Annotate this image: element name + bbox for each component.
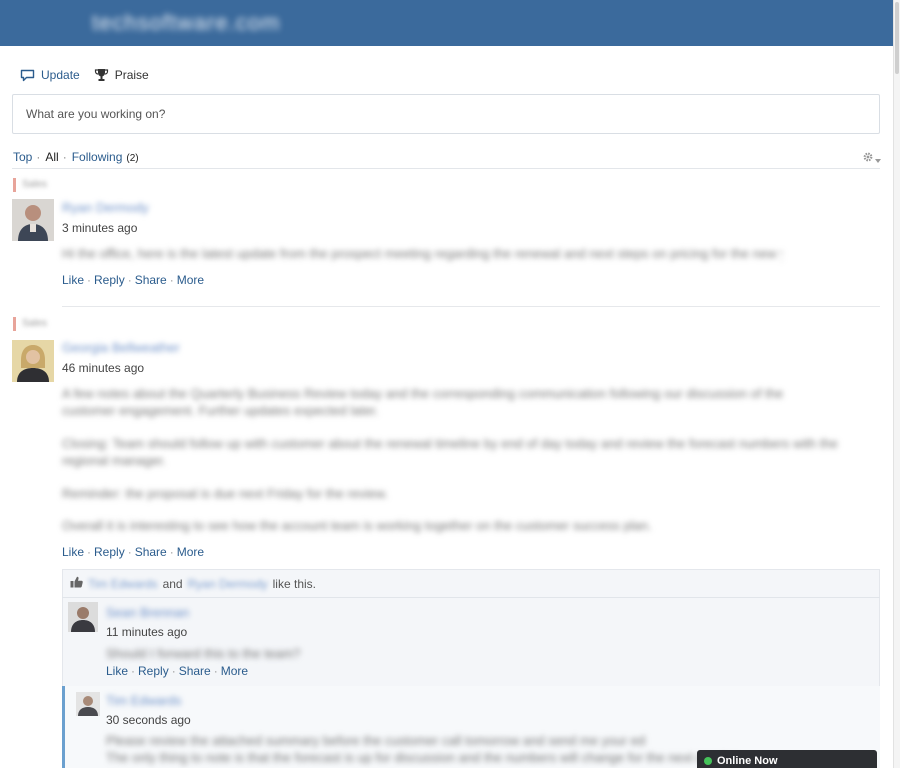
- like-link[interactable]: Like: [106, 664, 128, 678]
- post-body: Hi the office, here is the latest update…: [62, 246, 782, 261]
- tab-update[interactable]: Update: [20, 68, 80, 82]
- page-scrollbar[interactable]: [893, 0, 900, 768]
- author-avatar[interactable]: [12, 199, 54, 241]
- online-now-chat-bar[interactable]: Online Now: [697, 750, 877, 768]
- filter-divider: [12, 168, 880, 169]
- like-link[interactable]: Like: [62, 545, 84, 559]
- tab-update-label: Update: [41, 68, 80, 82]
- thumbs-up-icon: [70, 576, 83, 591]
- chevron-down-icon: [875, 152, 881, 166]
- tab-praise[interactable]: Praise: [94, 68, 149, 82]
- post-author-name[interactable]: Ryan Dermody: [62, 200, 149, 215]
- reply-timestamp[interactable]: 30 seconds ago: [106, 713, 191, 727]
- post-divider: [62, 306, 880, 307]
- online-now-label: Online Now: [717, 755, 778, 767]
- share-link[interactable]: Share: [135, 273, 167, 287]
- post-group-name[interactable]: Sales: [22, 179, 47, 190]
- feed-settings-menu[interactable]: [862, 151, 881, 166]
- post-body-paragraph: A few notes about the Quarterly Business…: [62, 386, 784, 418]
- publisher-tabs: Update Praise: [20, 68, 149, 82]
- reply-body-line: The only thing to note is that the forec…: [106, 750, 741, 765]
- more-link[interactable]: More: [177, 273, 204, 287]
- liker-name[interactable]: Ryan Dermody: [188, 577, 268, 591]
- following-count: (2): [126, 153, 139, 164]
- gear-icon: [862, 151, 874, 166]
- reply-author-name[interactable]: Tim Edwards: [106, 693, 181, 708]
- post-body-paragraph: Overall it is interesting to see how the…: [62, 518, 652, 533]
- feed-filter-bar: Top · All · Following (2): [13, 150, 139, 164]
- reply-body: Should I forward this to the team?: [106, 646, 301, 661]
- reply-body-line: Please review the attached summary befor…: [106, 733, 646, 748]
- group-color-marker: [13, 178, 16, 192]
- post-author-name[interactable]: Georgia Bellweather: [62, 340, 180, 355]
- share-link[interactable]: Share: [135, 545, 167, 559]
- likes-and: and: [162, 576, 183, 591]
- filter-all[interactable]: All: [45, 150, 58, 164]
- more-link[interactable]: More: [177, 545, 204, 559]
- reply-link[interactable]: Reply: [94, 273, 125, 287]
- reply-link[interactable]: Reply: [94, 545, 125, 559]
- site-brand[interactable]: techsoftware.com: [92, 10, 280, 36]
- likes-suffix: like this.: [272, 576, 316, 591]
- share-link[interactable]: Share: [179, 664, 211, 678]
- filter-separator: ·: [36, 150, 41, 164]
- likes-divider: [62, 597, 880, 598]
- filter-separator: ·: [62, 150, 67, 164]
- online-status-icon: [704, 757, 712, 765]
- author-avatar[interactable]: [12, 340, 54, 382]
- filter-following[interactable]: Following: [72, 150, 123, 164]
- liker-name[interactable]: Tim Edwards: [88, 577, 158, 591]
- reply-link[interactable]: Reply: [138, 664, 169, 678]
- trophy-icon: [94, 68, 109, 82]
- top-header-bar: techsoftware.com: [0, 0, 893, 46]
- tab-praise-label: Praise: [114, 68, 149, 82]
- status-composer-input[interactable]: What are you working on?: [12, 94, 880, 134]
- post-timestamp[interactable]: 3 minutes ago: [62, 221, 137, 235]
- likes-summary: Tim Edwards and Ryan Dermody like this.: [70, 576, 316, 591]
- scrollbar-thumb[interactable]: [895, 2, 899, 74]
- post-actions: Like · Reply · Share · More: [62, 545, 205, 559]
- group-color-marker: [13, 317, 16, 331]
- more-link[interactable]: More: [221, 664, 248, 678]
- post-body-paragraph: Reminder: the proposal is due next Frida…: [62, 486, 388, 501]
- speech-bubble-icon: [20, 69, 35, 82]
- like-link[interactable]: Like: [62, 273, 84, 287]
- post-timestamp[interactable]: 46 minutes ago: [62, 361, 144, 375]
- post-group-name[interactable]: Sales: [22, 318, 47, 329]
- reply-author-avatar[interactable]: [68, 602, 98, 632]
- reply-timestamp[interactable]: 11 minutes ago: [106, 625, 187, 639]
- filter-top[interactable]: Top: [13, 150, 32, 164]
- post-body-paragraph: Closing: Team should follow up with cust…: [62, 436, 838, 468]
- reply-author-name[interactable]: Sean Brennan: [106, 605, 189, 620]
- reply-author-avatar[interactable]: [76, 692, 100, 716]
- post-actions: Like · Reply · Share · More: [62, 273, 205, 287]
- reply-actions: Like · Reply · Share · More: [106, 664, 249, 678]
